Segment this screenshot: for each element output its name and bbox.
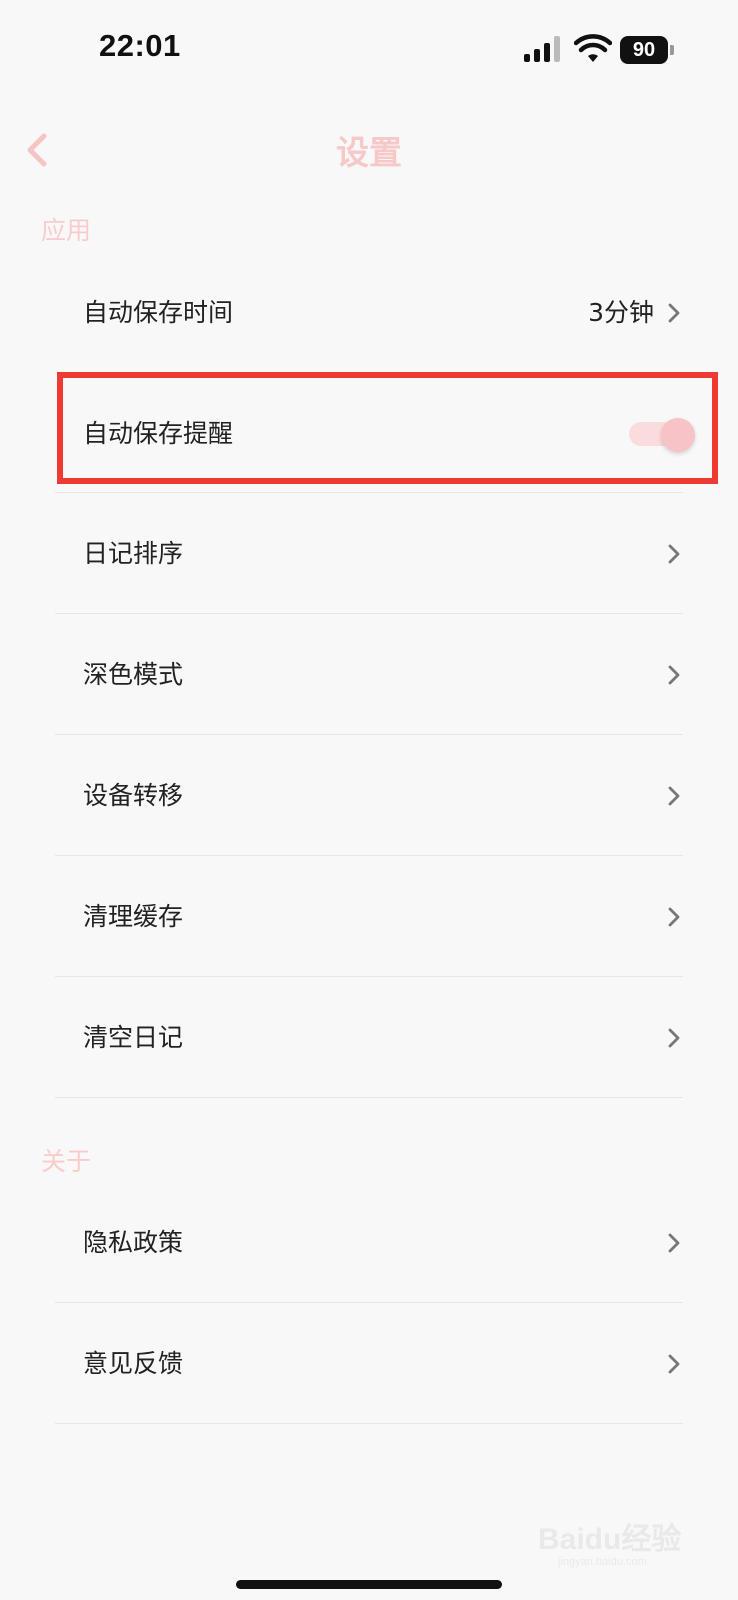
row-clear-diary[interactable]: 清空日记 — [0, 977, 738, 1098]
row-clear-cache[interactable]: 清理缓存 — [0, 856, 738, 977]
auto-save-reminder-toggle[interactable] — [629, 417, 695, 452]
row-auto-save-time[interactable]: 自动保存时间 3分钟 — [0, 252, 738, 373]
row-label: 意见反馈 — [83, 1349, 184, 1378]
battery-icon: 90 — [620, 36, 674, 64]
wifi-icon — [574, 34, 612, 62]
row-label: 日记排序 — [83, 539, 184, 568]
row-label: 深色模式 — [83, 660, 184, 689]
chevron-right-icon — [668, 1354, 680, 1373]
chevron-right-icon — [668, 544, 680, 563]
battery-level: 90 — [620, 36, 668, 64]
status-time: 22:01 — [99, 28, 181, 63]
row-device-transfer[interactable]: 设备转移 — [0, 735, 738, 856]
row-feedback[interactable]: 意见反馈 — [0, 1303, 738, 1424]
chevron-right-icon — [668, 1028, 680, 1047]
watermark-sub: jingyan.baidu.com — [558, 1556, 647, 1568]
row-label: 自动保存时间 — [83, 298, 234, 327]
row-value: 3分钟 — [588, 298, 654, 327]
watermark-main: Baidu经验 — [538, 1523, 682, 1556]
divider — [55, 1423, 683, 1424]
status-bar: 22:01 90 — [0, 0, 738, 100]
row-auto-save-reminder: 自动保存提醒 — [0, 373, 738, 494]
chevron-right-icon — [668, 1233, 680, 1252]
battery-cap — [670, 45, 674, 55]
row-dark-mode[interactable]: 深色模式 — [0, 614, 738, 735]
row-label: 清理缓存 — [83, 902, 184, 931]
settings-screen: 22:01 90 设置 应用 自动保存时间 3分钟 自动保存提醒 日记排序 深色… — [0, 0, 738, 1600]
signal-icon — [524, 36, 562, 62]
baidu-watermark: Baidu经验 jingyan.baidu.com — [538, 1514, 698, 1576]
chevron-right-icon — [668, 303, 680, 322]
row-label: 清空日记 — [83, 1023, 184, 1052]
home-indicator[interactable] — [236, 1580, 502, 1589]
row-diary-sort[interactable]: 日记排序 — [0, 493, 738, 614]
section-header-app: 应用 — [41, 216, 92, 245]
page-title: 设置 — [336, 133, 402, 172]
row-label: 自动保存提醒 — [83, 419, 234, 448]
chevron-right-icon — [668, 665, 680, 684]
toggle-knob — [661, 417, 695, 452]
row-label: 隐私政策 — [83, 1228, 184, 1257]
row-label: 设备转移 — [83, 781, 184, 810]
section-header-about: 关于 — [41, 1147, 92, 1176]
row-privacy-policy[interactable]: 隐私政策 — [0, 1182, 738, 1303]
chevron-right-icon — [668, 786, 680, 805]
divider — [55, 1097, 683, 1098]
chevron-right-icon — [668, 907, 680, 926]
